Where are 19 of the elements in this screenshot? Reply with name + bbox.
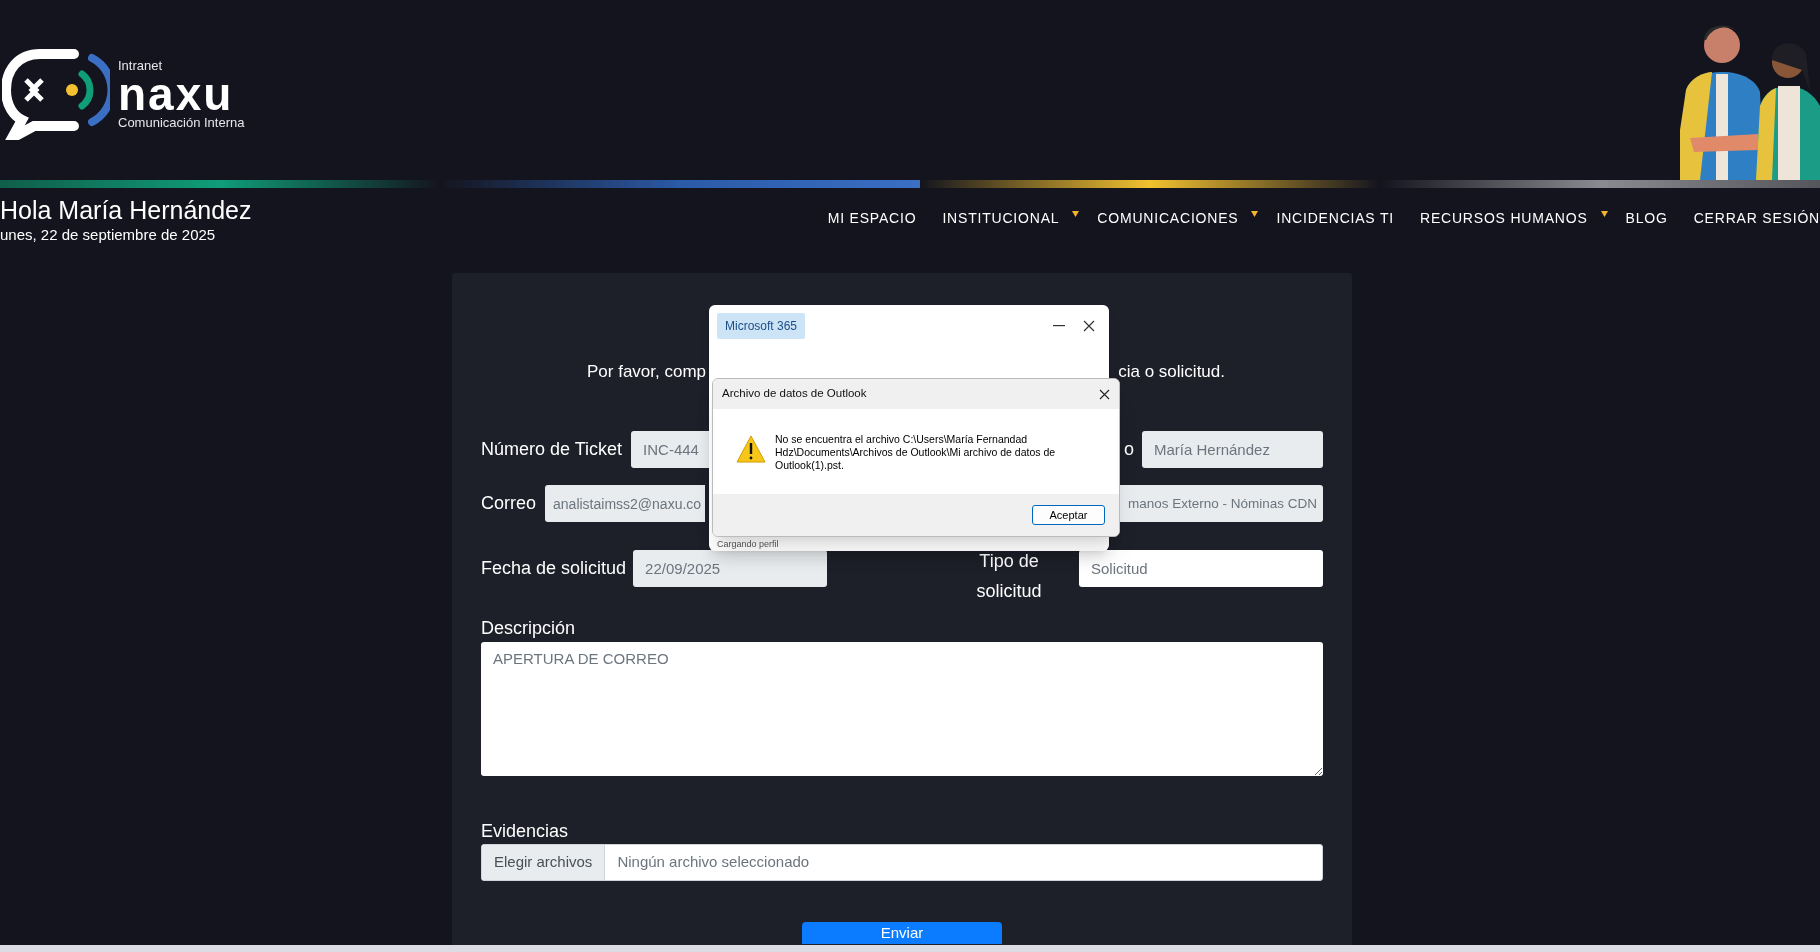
status-text: Cargando perfil bbox=[717, 537, 779, 551]
greeting-text: Hola María Hernández bbox=[0, 195, 252, 226]
field-label: Fecha de solicitud bbox=[481, 557, 627, 580]
logo-tagline: Intranet bbox=[118, 59, 164, 72]
field-label: Evidencias bbox=[481, 820, 570, 843]
field-label: Número de Ticket bbox=[481, 438, 623, 461]
dialog-title: Archivo de datos de Outlook bbox=[722, 386, 867, 402]
instruction-text: cia o solicitud. bbox=[1118, 361, 1225, 383]
logo-tagline: Comunicación Interna bbox=[118, 116, 245, 129]
alert-message: No se encuentra el archivo C:\Users\María Fernandad Hdz\Documents\Archivos de Outlook\Mi archivo de datos de Outlook(1).pst. bbox=[775, 433, 1057, 472]
field-label: Correo bbox=[481, 492, 537, 515]
app-badge: Microsoft 365 bbox=[717, 313, 806, 339]
field-label: Tipo de solicitud bbox=[975, 549, 1043, 603]
logo-wordmark: naxu bbox=[118, 72, 234, 116]
date-text: unes, 22 de septiembre de 2025 bbox=[0, 226, 217, 244]
field-label: o bbox=[1124, 438, 1134, 461]
instruction-text: Por favor, comp bbox=[587, 361, 707, 383]
field-label: Descripción bbox=[481, 617, 577, 640]
file-status-text: Ningún archivo seleccionado bbox=[616, 852, 811, 873]
